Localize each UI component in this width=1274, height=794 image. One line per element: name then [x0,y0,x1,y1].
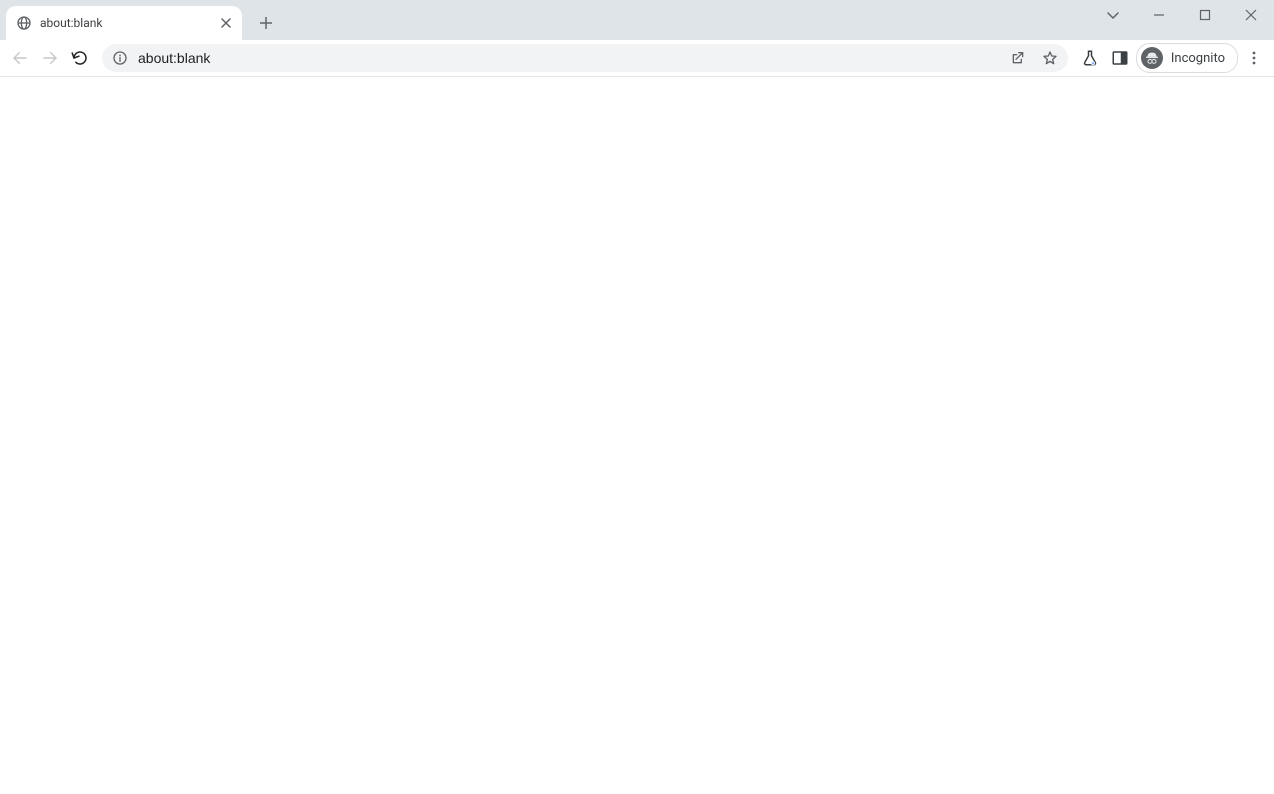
minimize-icon [1153,9,1165,21]
labs-button[interactable] [1076,44,1104,72]
share-icon [1010,50,1026,66]
tab-about-blank[interactable]: about:blank [6,6,242,40]
flask-icon [1081,49,1099,67]
bookmark-button[interactable] [1038,46,1062,70]
close-icon [221,18,231,28]
arrow-left-icon [11,49,29,67]
arrow-right-icon [41,49,59,67]
close-window-button[interactable] [1228,0,1274,30]
address-input[interactable] [136,49,998,67]
profile-button[interactable]: Incognito [1136,43,1238,73]
reload-button[interactable] [66,44,94,72]
star-icon [1042,50,1058,66]
forward-button[interactable] [36,44,64,72]
back-button[interactable] [6,44,34,72]
menu-button[interactable] [1240,44,1268,72]
more-vertical-icon [1246,50,1262,66]
reload-icon [71,49,89,67]
share-button[interactable] [1006,46,1030,70]
maximize-icon [1199,9,1211,21]
globe-icon [16,15,32,31]
side-panel-icon [1111,49,1129,67]
page-content [0,77,1274,794]
close-icon [1245,9,1257,21]
toolbar: Incognito [0,40,1274,77]
maximize-window-button[interactable] [1182,0,1228,30]
close-tab-button[interactable] [218,15,234,31]
minimize-window-button[interactable] [1136,0,1182,30]
profile-label: Incognito [1171,51,1225,66]
tab-title: about:blank [40,16,218,30]
window-controls [1136,0,1274,30]
chevron-down-icon [1106,8,1120,22]
plus-icon [260,17,272,29]
incognito-icon [1141,47,1163,69]
omnibox[interactable] [102,44,1068,72]
site-info-button[interactable] [112,50,128,66]
info-icon [112,50,128,66]
side-panel-button[interactable] [1106,44,1134,72]
tab-strip: about:blank [0,0,1274,40]
tab-search-button[interactable] [1090,0,1136,30]
new-tab-button[interactable] [252,9,280,37]
